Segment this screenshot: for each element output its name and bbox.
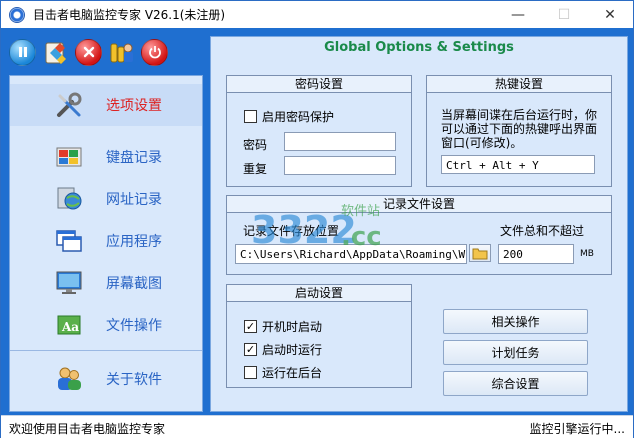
keyboard-icon xyxy=(54,142,84,172)
sidebar-item-label: 应用程序 xyxy=(106,234,162,250)
password-settings-group: 密码设置 启用密码保护 密码 重复 xyxy=(226,75,412,187)
hotkey-hint: 当屏幕间谍在后台运行时，你可以通过下面的热键呼出界面窗口(可修改)。 xyxy=(441,108,598,150)
watermark-logo: 3322 软件站 .cc xyxy=(249,193,409,263)
browse-folder-button[interactable] xyxy=(469,244,491,262)
sidebar-item-label: 文件操作 xyxy=(106,318,162,334)
run-in-background-checkbox[interactable] xyxy=(244,366,257,379)
confirm-password-label: 重复 xyxy=(243,162,268,176)
password-field[interactable] xyxy=(284,132,396,151)
sidebar-item-applications[interactable]: 应用程序 xyxy=(10,220,202,262)
scheduled-tasks-button[interactable]: 计划任务 xyxy=(443,340,588,365)
hotkey-input[interactable]: Ctrl + Alt + Y xyxy=(441,155,595,174)
sidebar-item-label: 网址记录 xyxy=(106,192,162,208)
status-bar: 欢迎使用目击者电脑监控专家 监控引擎运行中... xyxy=(1,415,633,438)
file-text-icon: Aa xyxy=(54,310,84,340)
run-on-start-checkbox[interactable]: ✓ xyxy=(244,343,257,356)
tools-icon xyxy=(54,90,84,120)
logfile-size-input[interactable]: 200 xyxy=(498,244,574,264)
startup-on-boot-checkbox[interactable]: ✓ xyxy=(244,320,257,333)
power-icon[interactable] xyxy=(141,38,168,66)
enable-password-label: 启用密码保护 xyxy=(262,110,335,124)
sidebar-item-label: 键盘记录 xyxy=(106,150,162,166)
startup-settings-group: 启动设置 ✓ 开机时启动 ✓ 启动时运行 运行在后台 xyxy=(226,284,412,388)
app-logo-icon xyxy=(9,6,25,23)
maximize-button[interactable]: ☐ xyxy=(541,1,587,28)
sidebar-item-label: 屏幕截图 xyxy=(106,276,162,292)
confirm-password-field[interactable] xyxy=(284,156,396,175)
sidebar-divider xyxy=(10,350,202,351)
startup-group-title: 启动设置 xyxy=(227,285,411,302)
settings-icon[interactable] xyxy=(42,39,69,66)
sidebar-item-keyboard-log[interactable]: 键盘记录 xyxy=(10,136,202,178)
monitor-icon xyxy=(54,268,84,298)
startup-on-boot-label: 开机时启动 xyxy=(262,320,323,334)
sidebar-item-screenshots[interactable]: 屏幕截图 xyxy=(10,262,202,304)
sidebar-item-about[interactable]: 关于软件 xyxy=(10,358,202,400)
run-on-start-label: 启动时运行 xyxy=(262,343,323,357)
window-icon xyxy=(54,226,84,256)
sidebar-item-label: 关于软件 xyxy=(106,372,162,388)
pause-icon[interactable] xyxy=(9,38,36,66)
hotkey-group-title: 热键设置 xyxy=(427,76,611,93)
related-operations-button[interactable]: 相关操作 xyxy=(443,309,588,334)
sidebar-item-file-operations[interactable]: Aa 文件操作 xyxy=(10,304,202,346)
users-icon xyxy=(54,364,84,394)
sidebar: 选项设置 键盘记录 网址记录 应用程序 屏幕截图 Aa 文件操作 关于软件 xyxy=(9,75,203,412)
svg-text:Aa: Aa xyxy=(61,320,79,334)
general-settings-button[interactable]: 综合设置 xyxy=(443,371,588,396)
close-button[interactable]: ✕ xyxy=(587,1,633,28)
status-engine: 监控引擎运行中... xyxy=(529,422,625,436)
globe-icon xyxy=(54,184,84,214)
users-icon[interactable] xyxy=(108,39,135,66)
enable-password-checkbox[interactable] xyxy=(244,110,257,123)
run-in-background-label: 运行在后台 xyxy=(262,366,323,380)
sidebar-item-url-log[interactable]: 网址记录 xyxy=(10,178,202,220)
password-label: 密码 xyxy=(243,138,268,152)
status-welcome: 欢迎使用目击者电脑监控专家 xyxy=(9,422,166,436)
toolbar xyxy=(9,37,205,67)
logfile-size-unit: MB xyxy=(580,249,594,259)
sidebar-item-options[interactable]: 选项设置 xyxy=(10,84,202,126)
app-window: 目击者电脑监控专家 V26.1(未注册) — ☐ ✕ 选项设置 键盘记录 网址记… xyxy=(0,0,634,438)
hotkey-settings-group: 热键设置 当屏幕间谍在后台运行时，你可以通过下面的热键呼出界面窗口(可修改)。 … xyxy=(426,75,612,187)
minimize-button[interactable]: — xyxy=(495,1,541,28)
stop-icon[interactable] xyxy=(75,38,102,66)
svg-text:软件站: 软件站 xyxy=(341,204,380,219)
title-bar: 目击者电脑监控专家 V26.1(未注册) — ☐ ✕ xyxy=(1,1,633,28)
folder-icon xyxy=(472,248,488,260)
sidebar-item-label: 选项设置 xyxy=(106,98,162,114)
password-group-title: 密码设置 xyxy=(227,76,411,93)
window-title: 目击者电脑监控专家 V26.1(未注册) xyxy=(33,8,226,22)
logfile-total-label: 文件总和不超过 xyxy=(500,224,585,238)
svg-text:.cc: .cc xyxy=(341,222,382,252)
window-controls: — ☐ ✕ xyxy=(495,1,633,28)
page-title: Global Options & Settings xyxy=(324,40,514,55)
